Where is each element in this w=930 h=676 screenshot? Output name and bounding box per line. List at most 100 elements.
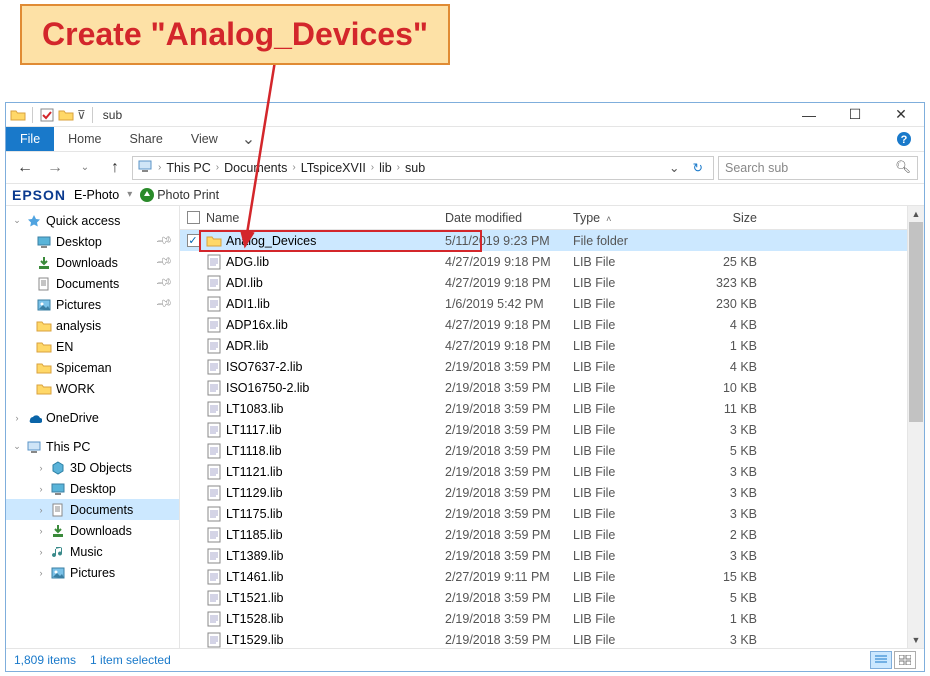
epson-ephoto[interactable]: E-Photo — [74, 188, 119, 202]
column-type[interactable]: Type˄ — [567, 211, 682, 225]
file-date: 2/27/2019 9:11 PM — [439, 570, 567, 584]
epson-dropdown-icon[interactable]: ▾ — [127, 189, 132, 200]
sidebar-item-pictures[interactable]: Pictures📌︎ — [6, 294, 179, 315]
sidebar-item-analysis[interactable]: analysis — [6, 315, 179, 336]
sidebar-item-pictures[interactable]: ›Pictures — [6, 562, 179, 583]
sidebar-item-music[interactable]: ›Music — [6, 541, 179, 562]
breadcrumb[interactable]: lib — [377, 161, 394, 175]
breadcrumb[interactable]: This PC — [164, 161, 212, 175]
sidebar-item-downloads[interactable]: Downloads📌︎ — [6, 252, 179, 273]
column-name[interactable]: Name — [200, 211, 439, 225]
row-checkbox[interactable]: ✓ — [187, 234, 200, 247]
breadcrumb[interactable]: LTspiceXVII — [299, 161, 368, 175]
table-row[interactable]: ADG.lib4/27/2019 9:18 PMLIB File25 KB — [180, 251, 924, 272]
table-row[interactable]: ADR.lib4/27/2019 9:18 PMLIB File1 KB — [180, 335, 924, 356]
chevron-right-icon[interactable]: › — [289, 162, 298, 173]
scroll-up-icon[interactable]: ▲ — [908, 206, 924, 222]
table-row[interactable]: LT1118.lib2/19/2018 3:59 PMLIB File5 KB — [180, 440, 924, 461]
table-row[interactable]: LT1083.lib2/19/2018 3:59 PMLIB File11 KB — [180, 398, 924, 419]
sidebar-item-documents[interactable]: ›Documents — [6, 499, 179, 520]
file-icon — [206, 296, 222, 312]
file-date: 2/19/2018 3:59 PM — [439, 402, 567, 416]
history-dropdown[interactable]: ⌄ — [72, 155, 98, 181]
column-date[interactable]: Date modified — [439, 211, 567, 225]
sidebar-item-desktop[interactable]: ›Desktop — [6, 478, 179, 499]
address-dropdown[interactable]: ⌄ — [664, 160, 684, 175]
minimize-button[interactable]: — — [786, 103, 832, 127]
table-row[interactable]: ISO7637-2.lib2/19/2018 3:59 PMLIB File4 … — [180, 356, 924, 377]
folder-icon — [36, 318, 52, 334]
file-size: 3 KB — [682, 633, 777, 647]
table-row[interactable]: ISO16750-2.lib2/19/2018 3:59 PMLIB File1… — [180, 377, 924, 398]
chevron-right-icon[interactable]: › — [213, 162, 222, 173]
tab-home[interactable]: Home — [54, 127, 115, 151]
photo-print-button[interactable]: Photo Print — [140, 188, 219, 202]
sidebar-item-desktop[interactable]: Desktop📌︎ — [6, 231, 179, 252]
view-large-icons-button[interactable] — [894, 651, 916, 669]
sidebar-item-3d-objects[interactable]: ›3D Objects — [6, 457, 179, 478]
scroll-down-icon[interactable]: ▼ — [908, 632, 924, 648]
chevron-right-icon[interactable]: › — [36, 568, 46, 578]
file-date: 2/19/2018 3:59 PM — [439, 633, 567, 647]
back-button[interactable]: ← — [12, 155, 38, 181]
nav-this-pc[interactable]: ⌄ This PC — [6, 436, 179, 457]
refresh-icon[interactable]: ↻ — [685, 160, 711, 175]
forward-button[interactable]: → — [42, 155, 68, 181]
help-icon[interactable]: ? — [884, 127, 924, 151]
sidebar-item-spiceman[interactable]: Spiceman — [6, 357, 179, 378]
table-row[interactable]: LT1529.lib2/19/2018 3:59 PMLIB File3 KB — [180, 629, 924, 648]
collapse-ribbon-icon[interactable]: ⌄ — [232, 127, 265, 151]
table-row[interactable]: ADI.lib4/27/2019 9:18 PMLIB File323 KB — [180, 272, 924, 293]
tab-share[interactable]: Share — [116, 127, 177, 151]
chevron-right-icon[interactable]: › — [36, 463, 46, 473]
breadcrumb[interactable]: Documents — [222, 161, 289, 175]
address-bar[interactable]: › This PC › Documents › LTspiceXVII › li… — [132, 156, 714, 180]
file-icon — [206, 611, 222, 627]
chevron-right-icon[interactable]: › — [394, 162, 403, 173]
up-button[interactable]: ↑ — [102, 155, 128, 181]
search-input[interactable]: Search sub 🔍︎ — [718, 156, 918, 180]
chevron-right-icon[interactable]: › — [36, 484, 46, 494]
table-row[interactable]: LT1389.lib2/19/2018 3:59 PMLIB File3 KB — [180, 545, 924, 566]
table-row[interactable]: LT1185.lib2/19/2018 3:59 PMLIB File2 KB — [180, 524, 924, 545]
close-button[interactable]: ✕ — [878, 103, 924, 127]
view-details-button[interactable] — [870, 651, 892, 669]
chevron-right-icon[interactable]: › — [36, 526, 46, 536]
breadcrumb[interactable]: sub — [403, 161, 427, 175]
chevron-right-icon[interactable]: › — [368, 162, 377, 173]
table-row[interactable]: LT1121.lib2/19/2018 3:59 PMLIB File3 KB — [180, 461, 924, 482]
table-row[interactable]: LT1175.lib2/19/2018 3:59 PMLIB File3 KB — [180, 503, 924, 524]
tab-file[interactable]: File — [6, 127, 54, 151]
sidebar-item-en[interactable]: EN — [6, 336, 179, 357]
chevron-right-icon[interactable]: › — [12, 413, 22, 423]
column-checkbox[interactable] — [180, 211, 200, 224]
maximize-button[interactable]: ☐ — [832, 103, 878, 127]
sidebar-item-work[interactable]: WORK — [6, 378, 179, 399]
table-row[interactable]: LT1129.lib2/19/2018 3:59 PMLIB File3 KB — [180, 482, 924, 503]
table-row[interactable]: ADP16x.lib4/27/2019 9:18 PMLIB File4 KB — [180, 314, 924, 335]
collapse-icon[interactable]: ⌄ — [12, 441, 22, 452]
table-row[interactable]: ✓Analog_Devices5/11/2019 9:23 PMFile fol… — [180, 230, 924, 251]
chevron-right-icon[interactable]: › — [155, 162, 164, 173]
vertical-scrollbar[interactable]: ▲ ▼ — [907, 206, 924, 648]
chevron-right-icon[interactable]: › — [36, 547, 46, 557]
collapse-icon[interactable]: ⌄ — [12, 215, 22, 226]
sidebar-item-downloads[interactable]: ›Downloads — [6, 520, 179, 541]
table-row[interactable]: LT1528.lib2/19/2018 3:59 PMLIB File1 KB — [180, 608, 924, 629]
table-row[interactable]: LT1461.lib2/27/2019 9:11 PMLIB File15 KB — [180, 566, 924, 587]
status-item-count: 1,809 items — [14, 653, 76, 667]
scrollbar-thumb[interactable] — [909, 222, 923, 422]
table-row[interactable]: LT1117.lib2/19/2018 3:59 PMLIB File3 KB — [180, 419, 924, 440]
table-row[interactable]: LT1521.lib2/19/2018 3:59 PMLIB File5 KB — [180, 587, 924, 608]
nav-quick-access[interactable]: ⌄ Quick access — [6, 210, 179, 231]
navigation-pane: ⌄ Quick access Desktop📌︎Downloads📌︎Docum… — [6, 206, 180, 648]
checkbox-selected-icon[interactable] — [39, 107, 55, 123]
table-row[interactable]: ADI1.lib1/6/2019 5:42 PMLIB File230 KB — [180, 293, 924, 314]
qat-overflow[interactable]: ⊽ — [77, 108, 86, 122]
sidebar-item-documents[interactable]: Documents📌︎ — [6, 273, 179, 294]
folder-icon[interactable] — [58, 107, 74, 123]
nav-onedrive[interactable]: › OneDrive — [6, 407, 179, 428]
tab-view[interactable]: View — [177, 127, 232, 151]
column-size[interactable]: Size — [682, 211, 777, 225]
chevron-right-icon[interactable]: › — [36, 505, 46, 515]
